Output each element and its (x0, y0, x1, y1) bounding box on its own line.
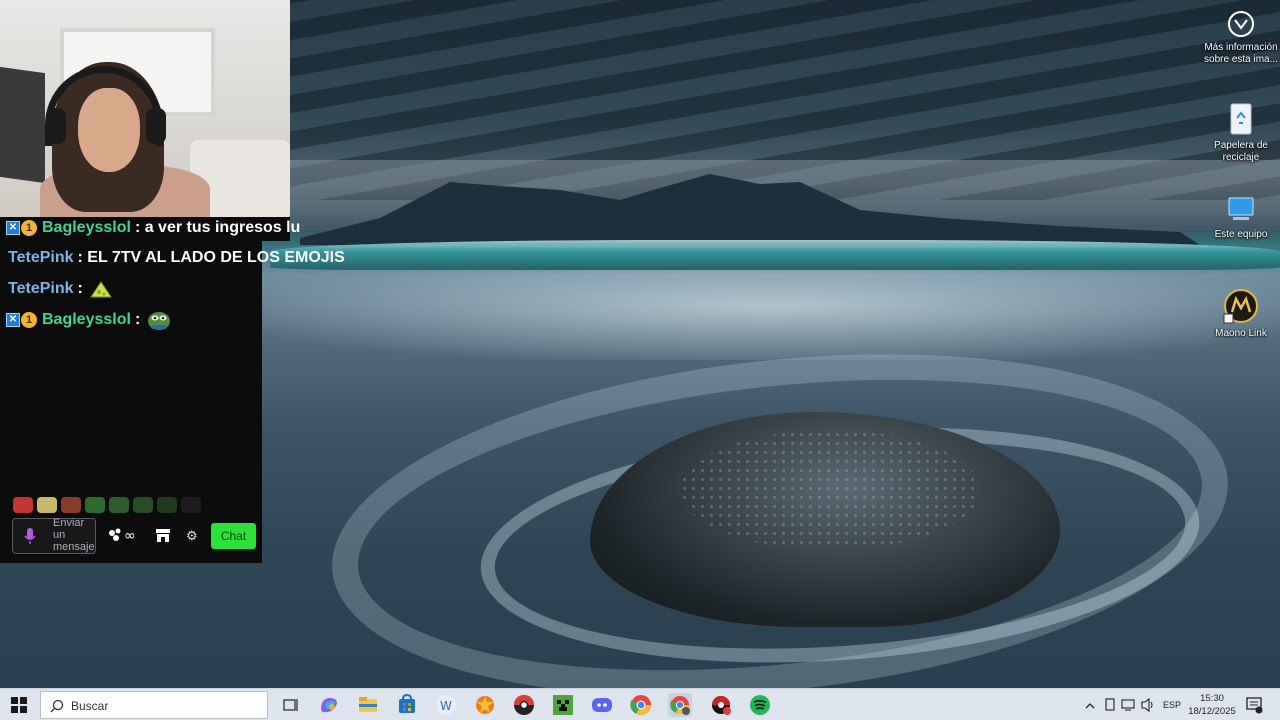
store-icon[interactable] (155, 527, 171, 543)
network-icon[interactable] (1120, 689, 1136, 720)
chat-send-button[interactable]: Chat (211, 523, 256, 549)
tray-overflow-chevron-icon[interactable] (1084, 689, 1096, 720)
emote-icon[interactable] (37, 497, 57, 513)
chat-message: TetePink : EL 7TV AL LADO DE LOS EMOJIS (8, 249, 345, 267)
chat-settings-gear-icon[interactable]: ⚙ (186, 528, 198, 544)
prime-badge-icon: ✕ (6, 313, 20, 327)
windows-start-icon[interactable] (11, 697, 27, 713)
chat-text: : (134, 311, 141, 328)
wps-office-icon[interactable]: W (434, 693, 458, 717)
tablet-mode-icon[interactable] (1104, 689, 1116, 720)
pokemon-app-icon[interactable] (709, 693, 733, 717)
chat-text: : a ver tus ingresos lu (134, 219, 301, 236)
chat-text: : EL 7TV AL LADO DE LOS EMOJIS (77, 249, 345, 266)
computer-icon (1228, 197, 1254, 220)
microsoft-store-icon[interactable] (395, 693, 419, 717)
bits-badge-icon: 1 (21, 312, 37, 328)
chat-message: TetePink : (8, 279, 113, 299)
task-view-icon[interactable] (279, 693, 303, 717)
file-explorer-icon[interactable] (356, 693, 380, 717)
pokeball-app-icon[interactable] (512, 693, 536, 717)
camera-info-icon (1228, 11, 1254, 37)
taskbar-search-box[interactable]: Buscar (40, 691, 268, 719)
chrome-icon[interactable] (629, 693, 653, 717)
chat-input-placeholder: Enviar un mensaje (53, 517, 95, 553)
chrome-profile-icon[interactable] (668, 693, 692, 717)
desktop-icon-maono-link[interactable]: Maono Link (1201, 288, 1280, 340)
notifications-icon[interactable] (1245, 689, 1263, 720)
desktop-icon-this-pc[interactable]: Este equipo (1201, 195, 1280, 241)
emote-quick-bar (13, 497, 201, 513)
prime-badge-icon: ✕ (6, 221, 20, 235)
chat-message: ✕ 1 Bagleysslol : (6, 309, 172, 331)
svg-text:∞: ∞ (124, 528, 136, 543)
bits-icon: ∞ (109, 528, 136, 544)
chat-text: : (77, 280, 83, 297)
pepe-emote-icon (148, 312, 171, 330)
emote-icon[interactable] (133, 497, 153, 513)
chat-message: ✕ 1 Bagleysslol : a ver tus ingresos lu (6, 219, 300, 237)
chat-username[interactable]: Bagleysslol (42, 311, 131, 329)
discord-icon[interactable] (590, 693, 614, 717)
emote-icon[interactable] (61, 497, 81, 513)
desktop-icon-more-info[interactable]: Más información sobre esta ima... (1201, 10, 1280, 66)
language-indicator[interactable]: ESP (1163, 700, 1181, 710)
minecraft-icon[interactable] (551, 693, 575, 717)
volume-icon[interactable] (1140, 689, 1156, 720)
chat-username[interactable]: Bagleysslol (42, 219, 131, 237)
desktop-icon-recycle-bin[interactable]: Papelera de reciclaje (1201, 100, 1280, 164)
recycle-bin-icon (1230, 103, 1252, 135)
copilot-icon[interactable] (317, 693, 341, 717)
emote-icon[interactable] (85, 497, 105, 513)
emote-icon[interactable] (109, 497, 129, 513)
spotify-icon[interactable] (748, 693, 772, 717)
bits-badge-icon: 1 (21, 220, 37, 236)
taskbar: Buscar W ESP 15:30 18/12/2025 (0, 688, 1280, 720)
pizza-emote-icon (89, 281, 112, 298)
emote-icon[interactable] (157, 497, 177, 513)
maono-link-icon (1223, 289, 1258, 324)
chat-username[interactable]: TetePink (8, 249, 74, 267)
emote-icon[interactable] (13, 497, 33, 513)
bits-cheer-button[interactable]: ∞ (107, 527, 141, 548)
chat-username[interactable]: TetePink (8, 280, 74, 298)
search-icon (50, 699, 64, 713)
emote-icon[interactable] (181, 497, 201, 513)
webcam-feed (0, 0, 290, 217)
svg-text:W: W (440, 699, 452, 713)
microphone-icon[interactable] (24, 527, 36, 545)
taskbar-clock[interactable]: 15:30 18/12/2025 (1187, 692, 1237, 718)
orange-app-icon[interactable] (473, 693, 497, 717)
